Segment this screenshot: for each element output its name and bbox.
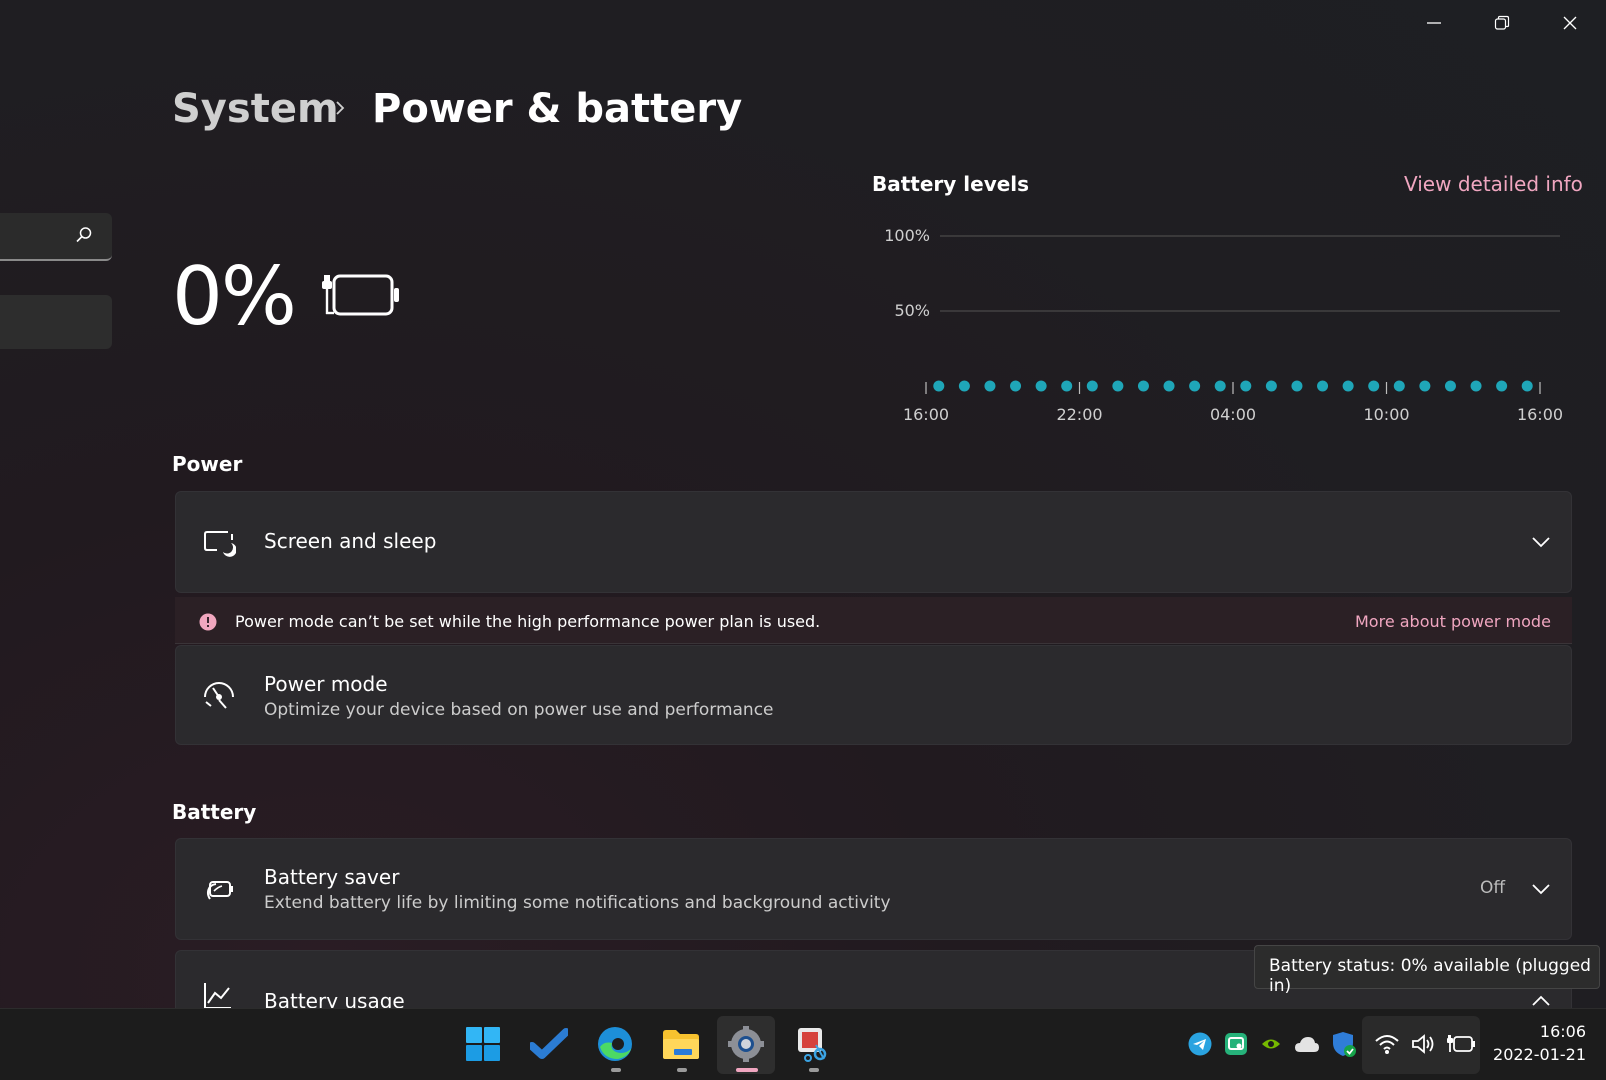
telegram-icon[interactable]	[1188, 1032, 1212, 1056]
battery-level-point	[1035, 380, 1047, 392]
close-icon	[1563, 16, 1577, 30]
battery-level-point	[1112, 380, 1124, 392]
battery-level-point	[1342, 380, 1354, 392]
battery-level-point	[1240, 380, 1252, 392]
power-mode-label: Power mode	[264, 672, 388, 696]
battery-level-point	[1419, 380, 1431, 392]
battery-level-point	[1061, 380, 1073, 392]
battery-level-point	[1317, 380, 1329, 392]
explorer-running-indicator	[677, 1068, 687, 1072]
battery-percent: 0%	[172, 250, 297, 343]
start-icon[interactable]	[459, 1020, 507, 1068]
power-mode-card: Power mode Optimize your device based on…	[175, 645, 1572, 745]
nvidia-icon[interactable]	[1260, 1034, 1282, 1054]
section-header-battery: Battery	[172, 800, 257, 824]
search-input[interactable]	[0, 213, 112, 261]
onedrive-icon[interactable]	[1294, 1034, 1320, 1054]
section-header-power: Power	[172, 452, 243, 476]
battery-level-point	[1214, 380, 1226, 392]
y-tick-label: 50%	[894, 301, 930, 320]
battery-saver-icon	[202, 875, 236, 905]
security-icon[interactable]	[1331, 1030, 1357, 1058]
minimize-button[interactable]	[1400, 0, 1468, 46]
snipping-tool-icon[interactable]	[789, 1020, 837, 1068]
edge-icon[interactable]	[591, 1020, 639, 1068]
chart-line-icon	[202, 981, 232, 1011]
battery-level-point	[1521, 380, 1533, 392]
battery-level-point	[1163, 380, 1175, 392]
file-explorer-icon[interactable]	[657, 1020, 705, 1068]
battery-saver-description: Extend battery life by limiting some not…	[264, 893, 891, 913]
minimize-icon	[1427, 22, 1441, 24]
nav-item-selected[interactable]	[0, 295, 112, 349]
view-detailed-info-link[interactable]: View detailed info	[1404, 172, 1583, 196]
volume-icon[interactable]	[1410, 1033, 1436, 1055]
snipping-running-indicator	[809, 1068, 819, 1072]
app-tray-icon[interactable]	[1224, 1032, 1248, 1056]
battery-level-point	[1189, 380, 1201, 392]
restore-icon	[1494, 15, 1510, 30]
screen-sleep-card[interactable]: Screen and sleep	[175, 491, 1572, 593]
chevron-right-icon	[332, 100, 348, 116]
battery-saver-card[interactable]: Battery saver Extend battery life by lim…	[175, 838, 1572, 940]
battery-level-point	[1368, 380, 1380, 392]
battery-level-point	[984, 380, 996, 392]
x-tick-label: 22:00	[1056, 405, 1102, 424]
power-mode-description: Optimize your device based on power use …	[264, 700, 774, 720]
battery-level-point	[958, 380, 970, 392]
edge-running-indicator	[611, 1068, 621, 1072]
battery-saver-label: Battery saver	[264, 865, 400, 889]
battery-plugged-icon	[320, 270, 404, 320]
chart-title: Battery levels	[872, 172, 1030, 196]
battery-saver-state: Off	[1480, 878, 1506, 898]
more-about-power-mode-link[interactable]: More about power mode	[1355, 612, 1551, 631]
battery-level-point	[933, 380, 945, 392]
chevron-down-icon[interactable]	[1532, 883, 1550, 895]
x-tick-label: 16:00	[903, 405, 949, 424]
x-tick-label: 04:00	[1210, 405, 1256, 424]
x-tick-label: 10:00	[1363, 405, 1409, 424]
battery-level-point	[1265, 380, 1277, 392]
clock-date[interactable]: 2022-01-21	[1476, 1045, 1586, 1064]
battery-level-point	[1444, 380, 1456, 392]
battery-level-point	[1086, 380, 1098, 392]
x-tick-label: 16:00	[1517, 405, 1563, 424]
breadcrumb-parent[interactable]: System	[172, 86, 339, 132]
chevron-down-icon[interactable]	[1532, 536, 1550, 548]
battery-level-point	[1291, 380, 1303, 392]
clock-time[interactable]: 16:06	[1476, 1022, 1586, 1041]
y-tick-label: 100%	[884, 226, 930, 245]
battery-level-point	[1010, 380, 1022, 392]
battery-level-point	[1137, 380, 1149, 392]
search-icon	[74, 225, 94, 245]
settings-active-indicator	[736, 1068, 758, 1072]
battery-level-point	[1496, 380, 1508, 392]
info-text: Power mode can’t be set while the high p…	[235, 612, 821, 631]
battery-plugged-icon[interactable]	[1446, 1032, 1476, 1056]
todo-icon[interactable]	[525, 1020, 573, 1068]
battery-levels-chart: 100% 50% 16:00 22:00 04:00 10:00 16:00	[884, 226, 1563, 424]
settings-icon[interactable]	[722, 1020, 770, 1068]
battery-level-point	[1470, 380, 1482, 392]
speedometer-icon	[202, 680, 236, 710]
screen-sleep-icon	[202, 528, 236, 558]
close-button[interactable]	[1536, 0, 1604, 46]
chevron-up-icon[interactable]	[1532, 995, 1550, 1007]
wifi-icon[interactable]	[1374, 1033, 1400, 1055]
page-title: Power & battery	[372, 86, 743, 132]
restore-button[interactable]	[1468, 0, 1536, 46]
screen-sleep-label: Screen and sleep	[264, 529, 437, 553]
battery-level-point	[1393, 380, 1405, 392]
info-icon	[199, 613, 217, 631]
battery-status-tooltip: Battery status: 0% available (plugged in…	[1254, 945, 1600, 996]
